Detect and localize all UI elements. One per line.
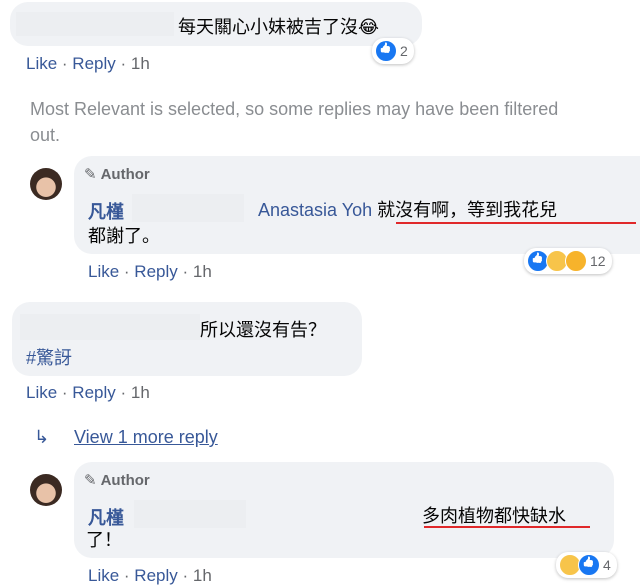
- commenter-name[interactable]: 凡槿: [88, 198, 124, 224]
- reply-bubble: ✎ Author 凡槿 多肉植物都快缺水 了！: [74, 462, 614, 558]
- timestamp[interactable]: 1h: [193, 262, 212, 281]
- annotation-underline: [396, 222, 636, 224]
- filter-notice: Most Relevant is selected, so some repli…: [30, 99, 559, 145]
- reply-bubble: ✎ Author 凡槿 Anastasia Yoh 就沒有啊，等到我花兒 都謝了…: [74, 156, 640, 254]
- like-link[interactable]: Like: [26, 54, 57, 73]
- reply-actions: Like · Reply · 1h: [88, 262, 212, 281]
- reply-link[interactable]: Reply: [72, 54, 115, 73]
- reply-link[interactable]: Reply: [134, 566, 177, 585]
- reply-text-line2: 都謝了。: [88, 226, 160, 246]
- reaction-count: 4: [603, 557, 611, 573]
- view-more-replies-link[interactable]: View 1 more reply: [74, 427, 218, 448]
- timestamp[interactable]: 1h: [193, 566, 212, 585]
- pencil-icon: ✎: [84, 166, 97, 183]
- redacted-name: [132, 194, 244, 222]
- comment-actions: Like · Reply · 1h: [26, 54, 150, 73]
- redacted-name: [20, 314, 200, 340]
- reaction-summary[interactable]: 12: [524, 248, 612, 274]
- reaction-count: 12: [590, 253, 606, 269]
- reply-link[interactable]: Reply: [72, 383, 115, 402]
- reply-arrow-icon: ↳: [34, 427, 50, 447]
- comment-bubble: 所以還沒有告？ #驚訝: [12, 302, 362, 376]
- hashtag-link[interactable]: #驚訝: [26, 344, 72, 370]
- author-avatar[interactable]: [30, 474, 62, 506]
- like-link[interactable]: Like: [88, 566, 119, 585]
- care-reaction-icon: [565, 250, 587, 272]
- author-badge: ✎ Author: [84, 471, 150, 490]
- reply-link[interactable]: Reply: [134, 262, 177, 281]
- reply-actions: Like · Reply · 1h: [88, 566, 212, 585]
- reaction-summary[interactable]: 2: [372, 38, 414, 64]
- comment-text: 所以還沒有告？: [200, 320, 326, 340]
- like-reaction-icon: [578, 554, 600, 576]
- reply-text: 多肉植物都快缺水: [422, 506, 566, 526]
- reaction-count: 2: [400, 43, 408, 59]
- haha-emoji: 😂: [358, 17, 380, 37]
- author-avatar[interactable]: [30, 168, 62, 200]
- comment-actions: Like · Reply · 1h: [26, 383, 150, 402]
- like-link[interactable]: Like: [26, 383, 57, 402]
- reply-text: Anastasia Yoh 就沒有啊，等到我花兒: [258, 200, 558, 220]
- annotation-underline: [424, 526, 590, 528]
- timestamp[interactable]: 1h: [131, 54, 150, 73]
- comment-bubble: 每天關心小妹被吉了沒😂: [10, 2, 422, 46]
- redacted-name: [134, 500, 246, 528]
- redacted-name: [16, 12, 174, 36]
- reaction-summary[interactable]: 4: [556, 552, 617, 578]
- reply-text-line2: 了！: [86, 530, 122, 550]
- mention-link[interactable]: Anastasia Yoh: [258, 200, 372, 220]
- comment-text: 每天關心小妹被吉了沒😂: [178, 17, 380, 37]
- pencil-icon: ✎: [84, 472, 97, 489]
- like-link[interactable]: Like: [88, 262, 119, 281]
- timestamp[interactable]: 1h: [131, 383, 150, 402]
- author-badge: ✎ Author: [84, 165, 150, 184]
- like-reaction-icon: [375, 40, 397, 62]
